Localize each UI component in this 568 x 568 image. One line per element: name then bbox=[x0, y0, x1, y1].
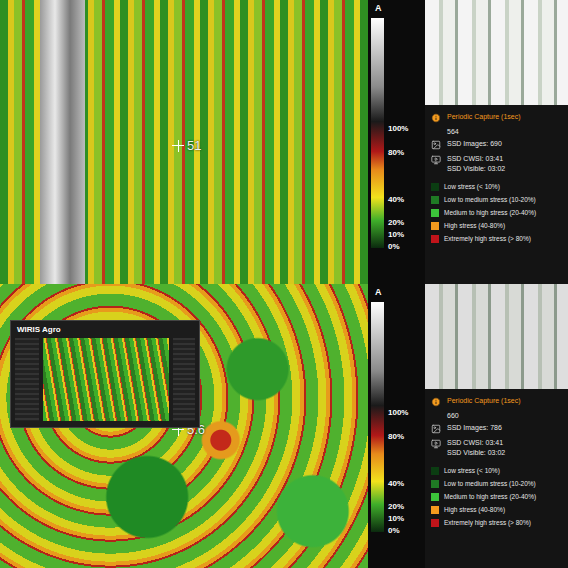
camera-panel: 51 A 100% 80% 40% 20% 10% 0% Periodic Capture (1… bbox=[0, 0, 568, 284]
visible-thumbnail bbox=[425, 0, 568, 105]
legend-item: Extremely high stress (> 80%) bbox=[431, 234, 562, 244]
legend-item: Low stress (< 10%) bbox=[431, 182, 562, 192]
legend-swatch bbox=[431, 183, 439, 191]
info-panel: Periodic Capture (1sec) 660 SSD Images: 78… bbox=[425, 284, 568, 568]
scale-tick: 40% bbox=[388, 194, 404, 203]
scale-tick: 100% bbox=[388, 124, 408, 133]
scale-tick: 10% bbox=[388, 514, 404, 523]
image-icon bbox=[431, 424, 441, 434]
visible-thumbnail bbox=[425, 284, 568, 389]
camera-panel: 5.6WIRIS Agro A 100% 80% 40% 20% 10% 0% Periodic… bbox=[0, 284, 568, 568]
video-icon bbox=[431, 155, 441, 165]
legend-item: Low to medium stress (10-20%) bbox=[431, 479, 562, 489]
legend-swatch bbox=[431, 235, 439, 243]
inset-sidebar bbox=[15, 338, 39, 421]
ssd-time: SSD CWSI: 03:41 bbox=[447, 439, 505, 447]
scale-bar bbox=[371, 18, 384, 248]
scale-tick: 0% bbox=[388, 242, 400, 251]
ssd-times-row: SSD CWSI: 03:41 SSD Visible: 03:02 bbox=[431, 439, 562, 458]
legend-swatch bbox=[431, 209, 439, 217]
legend-swatch bbox=[431, 196, 439, 204]
capture-row: Periodic Capture (1sec) bbox=[431, 113, 562, 123]
capture-count: 660 bbox=[431, 412, 562, 419]
legend-swatch bbox=[431, 467, 439, 475]
ssd-images-row: SSD Images: 786 bbox=[431, 424, 562, 434]
scale-tick: 20% bbox=[388, 502, 404, 511]
scale-tick: 40% bbox=[388, 478, 404, 487]
legend-swatch bbox=[431, 506, 439, 514]
legend-swatch bbox=[431, 493, 439, 501]
legend-swatch bbox=[431, 480, 439, 488]
stress-legend: Low stress (< 10%) Low to medium stress (… bbox=[425, 462, 568, 532]
legend-item: High stress (40-80%) bbox=[431, 505, 562, 515]
legend-item: Medium to high stress (20-40%) bbox=[431, 492, 562, 502]
ssd-times-row: SSD CWSI: 03:41 SSD Visible: 03:02 bbox=[431, 155, 562, 174]
scale-tick: 80% bbox=[388, 147, 404, 156]
legend-item: Low to medium stress (10-20%) bbox=[431, 195, 562, 205]
ssd-images-row: SSD Images: 690 bbox=[431, 140, 562, 150]
scale-tick: 0% bbox=[388, 526, 400, 535]
capture-row: Periodic Capture (1sec) bbox=[431, 397, 562, 407]
scale-tick: 80% bbox=[388, 431, 404, 440]
capture-count: 564 bbox=[431, 128, 562, 135]
screen: 51 A 100% 80% 40% 20% 10% 0% Periodic Capture (1… bbox=[0, 0, 568, 568]
info-panel: Periodic Capture (1sec) 564 SSD Images: 69… bbox=[425, 0, 568, 284]
thermal-view: 5.6WIRIS Agro bbox=[0, 284, 368, 568]
ssd-time: SSD Visible: 03:02 bbox=[447, 449, 505, 457]
crosshair-icon bbox=[172, 140, 184, 152]
color-scale: A 100% 80% 40% 20% 10% 0% bbox=[368, 0, 425, 284]
inset-window: WIRIS Agro bbox=[10, 320, 200, 428]
inset-sidebar bbox=[173, 338, 195, 421]
crosshair-reading: 51 bbox=[187, 138, 201, 153]
scale-tick: 100% bbox=[388, 408, 408, 417]
inset-title: WIRIS Agro bbox=[11, 321, 199, 338]
thermal-view: 51 bbox=[0, 0, 368, 284]
legend-item: High stress (40-80%) bbox=[431, 221, 562, 231]
crosshair: 51 bbox=[172, 138, 201, 153]
scale-title: A bbox=[375, 287, 382, 297]
scale-title: A bbox=[375, 3, 382, 13]
legend-swatch bbox=[431, 222, 439, 230]
image-icon bbox=[431, 140, 441, 150]
legend-swatch bbox=[431, 519, 439, 527]
info-icon bbox=[431, 113, 441, 123]
inset-picture bbox=[43, 338, 169, 421]
stress-legend: Low stress (< 10%) Low to medium stress (… bbox=[425, 178, 568, 248]
ssd-time: SSD CWSI: 03:41 bbox=[447, 155, 505, 163]
legend-item: Low stress (< 10%) bbox=[431, 466, 562, 476]
legend-item: Extremely high stress (> 80%) bbox=[431, 518, 562, 528]
info-icon bbox=[431, 397, 441, 407]
legend-item: Medium to high stress (20-40%) bbox=[431, 208, 562, 218]
scale-tick: 10% bbox=[388, 230, 404, 239]
scale-bar bbox=[371, 302, 384, 532]
color-scale: A 100% 80% 40% 20% 10% 0% bbox=[368, 284, 425, 568]
ssd-time: SSD Visible: 03:02 bbox=[447, 165, 505, 173]
scale-tick: 20% bbox=[388, 218, 404, 227]
video-icon bbox=[431, 439, 441, 449]
